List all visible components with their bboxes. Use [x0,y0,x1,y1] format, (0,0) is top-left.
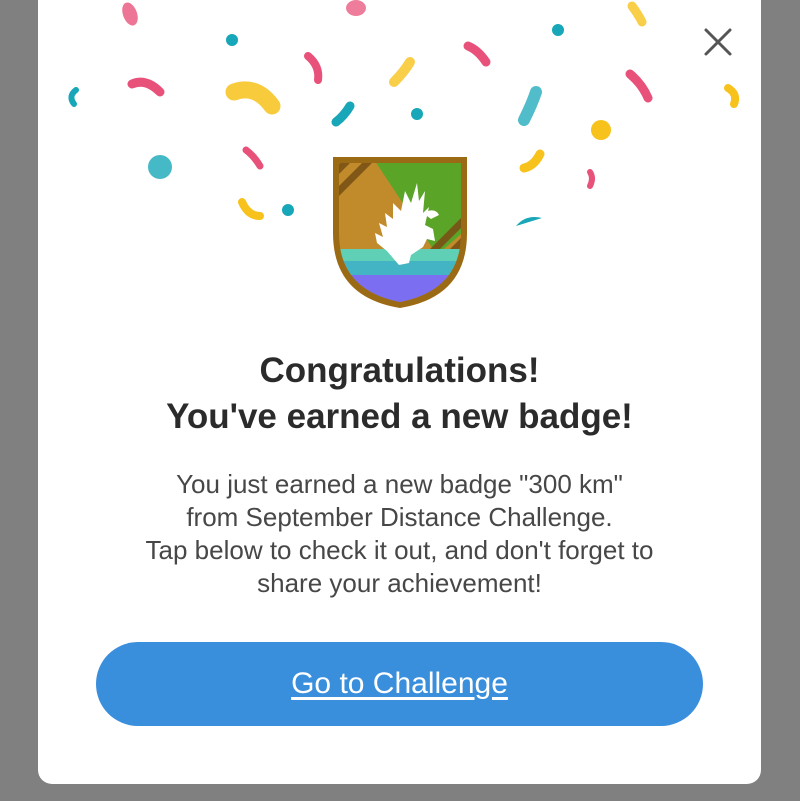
title-line-2: You've earned a new badge! [166,397,633,436]
close-icon [704,28,732,56]
description-line: from September Distance Challenge. [186,502,613,532]
go-to-challenge-button[interactable]: Go to Challenge [96,642,703,726]
description-line: share your achievement! [257,568,542,598]
eagle-shield-badge-icon [333,157,467,308]
description-line: Tap below to check it out, and don't for… [145,535,654,565]
title-line-1: Congratulations! [259,351,540,390]
close-button[interactable] [698,22,738,62]
badge-description: You just earned a new badge "300 km" fro… [38,468,761,600]
description-line: You just earned a new badge "300 km" [176,469,623,499]
go-to-challenge-label: Go to Challenge [291,667,508,700]
page-title: Congratulations! You've earned a new bad… [38,348,761,440]
badge-earned-modal: Congratulations! You've earned a new bad… [38,0,761,784]
